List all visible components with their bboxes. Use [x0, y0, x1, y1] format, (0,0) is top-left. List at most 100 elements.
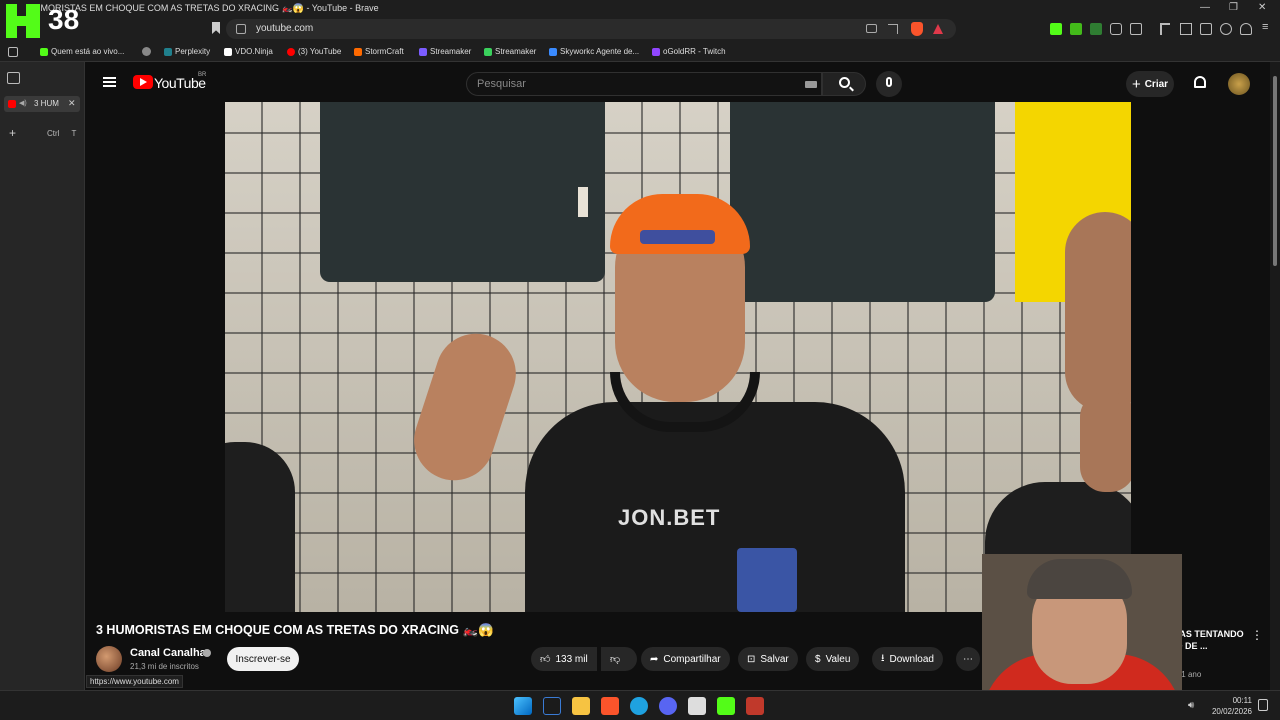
avatar[interactable]	[1228, 73, 1250, 95]
bookmark-item[interactable]: StormCraft	[354, 47, 404, 56]
bookmark-item[interactable]: VDO.Ninja	[224, 47, 273, 56]
wallet-icon[interactable]	[1200, 23, 1212, 35]
share-icon[interactable]	[888, 24, 898, 34]
channel-name[interactable]: Canal Canalha	[130, 647, 206, 659]
keyboard-icon[interactable]	[805, 81, 817, 88]
video-title: 3 HUMORISTAS EM CHOQUE COM AS TRETAS DO …	[96, 623, 494, 637]
more-icon: ⋯	[963, 653, 973, 665]
recommended-more-icon[interactable]: ⋮	[1251, 628, 1263, 642]
bookmark-icon[interactable]	[212, 22, 220, 34]
save-label: Salvar	[760, 653, 789, 665]
clock-time: 00:11	[1232, 696, 1252, 705]
thanks-button[interactable]: $ Valeu	[806, 647, 860, 671]
channel-avatar[interactable]	[96, 646, 122, 672]
more-actions-button[interactable]: ⋯	[956, 647, 980, 671]
minimize-button[interactable]: —	[1200, 2, 1210, 13]
volume-icon[interactable]: 🔊︎	[1188, 700, 1194, 711]
site-settings-icon[interactable]	[236, 24, 246, 34]
like-button[interactable]: 👍︎ 133 mil	[531, 647, 597, 671]
tab-active[interactable]: ◀) 3 HUM ✕	[4, 96, 80, 112]
brave-rewards-icon[interactable]	[933, 24, 943, 34]
new-tab-icon[interactable]: +	[9, 126, 16, 140]
profile-icon[interactable]	[1220, 23, 1232, 35]
sidebar-panel-icon[interactable]	[7, 72, 20, 84]
discord-icon[interactable]	[659, 697, 677, 715]
thumbs-down-icon: 👎︎	[610, 654, 621, 665]
favicon-icon	[652, 47, 660, 56]
windows-start-icon[interactable]	[514, 697, 532, 715]
vpn-icon[interactable]	[1240, 23, 1252, 35]
obs-app-icon[interactable]	[746, 697, 764, 715]
close-button[interactable]: ✕	[1258, 2, 1266, 13]
page-scrollbar[interactable]	[1270, 62, 1280, 690]
vertical-tabs-panel: ◀) 3 HUM ✕ + Ctrl T	[0, 62, 85, 690]
notification-center-icon[interactable]	[1258, 699, 1268, 711]
extension-green-icon[interactable]	[1070, 23, 1082, 35]
kick-logo-icon	[6, 4, 40, 38]
bookmark-item[interactable]: oGoldRR - Twitch	[652, 47, 726, 56]
bookmark-item[interactable]: Quem está ao vivo...	[40, 47, 124, 56]
subscriber-count: 21,3 mi de inscritos	[130, 662, 199, 671]
bookmark-label: VDO.Ninja	[235, 47, 273, 56]
notifications-bell-icon[interactable]	[1194, 76, 1206, 88]
favicon-icon	[419, 47, 427, 56]
brave-browser-icon[interactable]	[601, 697, 619, 715]
edge-browser-icon[interactable]	[630, 697, 648, 715]
extension-kick-icon[interactable]	[1050, 23, 1062, 35]
bookmark-label: Streamaker	[495, 47, 537, 56]
kick-viewer-overlay: 38	[0, 0, 90, 40]
favicon-icon	[40, 47, 48, 56]
music-icon[interactable]	[1160, 23, 1170, 35]
bookmark-item[interactable]: Perplexity	[164, 47, 210, 56]
bookmark-item[interactable]: Streamaker	[419, 47, 471, 56]
blue-cup	[737, 548, 797, 612]
maximize-button[interactable]: ❐	[1229, 2, 1238, 13]
apps-grid-icon[interactable]	[8, 47, 18, 57]
bookmark-label: oGoldRR - Twitch	[663, 47, 726, 56]
extensions-puzzle-icon[interactable]	[1110, 23, 1122, 35]
save-bookmark-icon: ⊡	[747, 653, 756, 665]
sidebar-toggle-icon[interactable]	[1180, 23, 1192, 35]
download-label: Download	[889, 653, 934, 665]
menu-icon[interactable]: ≡	[1262, 21, 1268, 33]
streaming-app-icon[interactable]	[688, 697, 706, 715]
plus-icon: +	[1131, 75, 1141, 93]
close-tab-icon[interactable]: ✕	[68, 98, 76, 109]
webcam-hair	[1027, 559, 1132, 599]
download-button[interactable]: ⭳ Download	[872, 647, 943, 671]
region-code: BR	[198, 72, 207, 78]
search-input[interactable]: Pesquisar	[466, 72, 822, 96]
video-player[interactable]: JON.BET	[225, 102, 1131, 612]
file-explorer-icon[interactable]	[572, 697, 590, 715]
taskbar-app-icon[interactable]	[543, 697, 561, 715]
bookmark-item[interactable]: Skyworkc Agente de...	[549, 47, 639, 56]
extension-x-icon[interactable]	[1090, 23, 1102, 35]
screenshot-icon[interactable]	[1130, 23, 1142, 35]
subscribe-button[interactable]: Inscrever-se	[227, 647, 299, 671]
cast-icon[interactable]	[866, 24, 877, 33]
favicon-icon	[224, 47, 232, 56]
kick-app-icon[interactable]	[717, 697, 735, 715]
url-text[interactable]: youtube.com	[256, 23, 313, 34]
create-label: Criar	[1144, 78, 1169, 90]
bookmark-item[interactable]: (3) YouTube	[287, 47, 341, 56]
search-button[interactable]	[822, 72, 866, 96]
create-button[interactable]: + Criar	[1126, 71, 1174, 97]
system-clock[interactable]: 00:11 20/02/2026	[1212, 695, 1252, 717]
youtube-header: YouTube BR Pesquisar + Criar	[86, 62, 1268, 104]
youtube-logo-icon[interactable]	[133, 75, 153, 89]
share-label: Compartilhar	[663, 653, 721, 665]
audio-playing-icon[interactable]: ◀)	[19, 99, 27, 107]
hamburger-menu-icon[interactable]	[103, 77, 116, 87]
scrollbar-thumb[interactable]	[1273, 76, 1277, 266]
voice-search-button[interactable]	[876, 71, 902, 97]
share-button[interactable]: ➦ Compartilhar	[641, 647, 730, 671]
dislike-button[interactable]: 👎︎	[601, 647, 637, 671]
url-bar[interactable]: youtube.com	[226, 19, 956, 39]
status-url: https://www.youtube.com	[86, 675, 183, 688]
download-icon: ⭳	[881, 652, 885, 664]
globe-icon[interactable]	[142, 47, 151, 56]
save-button[interactable]: ⊡ Salvar	[738, 647, 798, 671]
brave-shield-icon[interactable]	[911, 22, 923, 36]
bookmark-item[interactable]: Streamaker	[484, 47, 536, 56]
